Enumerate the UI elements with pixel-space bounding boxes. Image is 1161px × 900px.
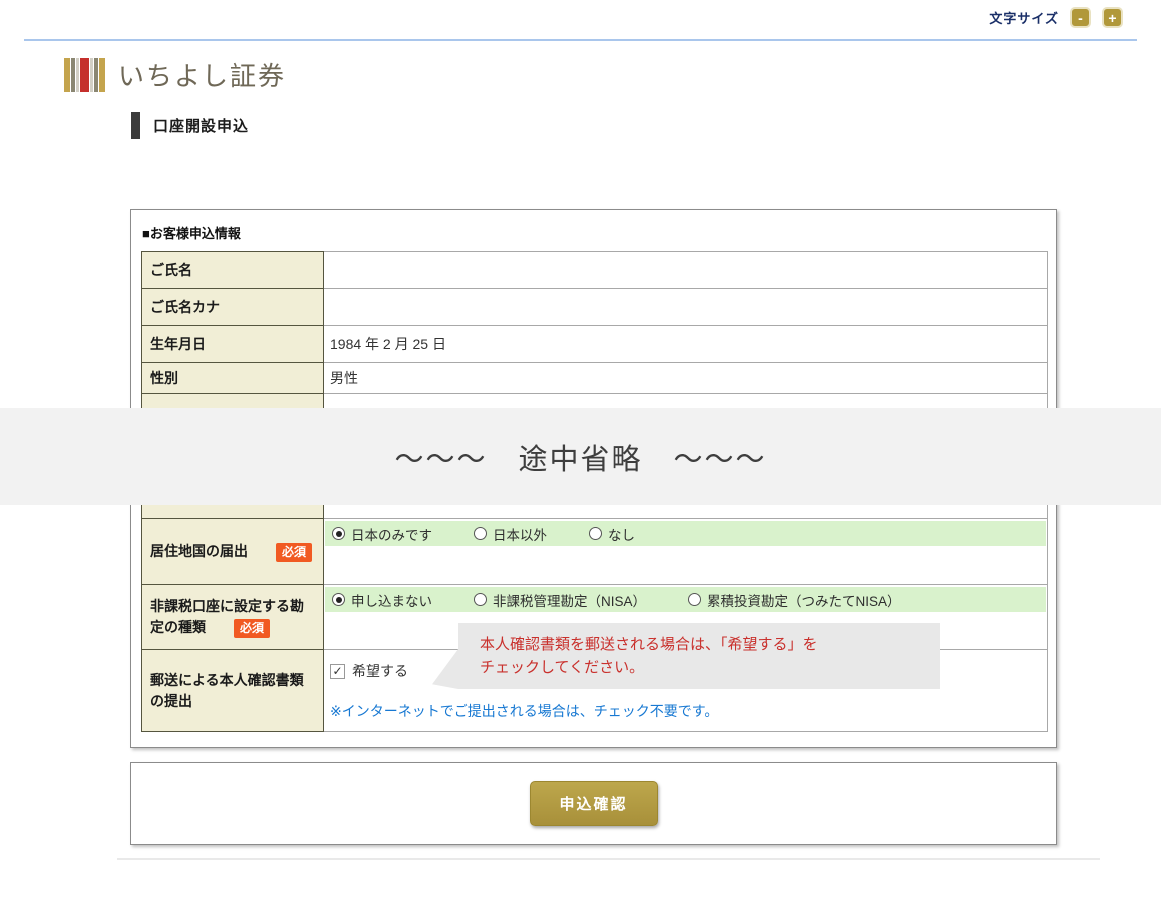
mail-checkbox-tooltip: 本人確認書類を郵送される場合は、「希望する」を チェックしてください。 [458,623,940,689]
radio-option-nisa[interactable]: 非課税管理勘定（NISA） [474,590,646,610]
row-label: ご氏名カナ [150,299,220,315]
footer-divider [117,858,1100,860]
checkbox-checked-icon[interactable]: ✓ [330,664,345,679]
brand-logo: いちよし証券 [64,56,286,93]
brand-name: いちよし証券 [118,56,286,93]
submit-card: 申込確認 [130,762,1057,845]
nisa-options: 申し込まない 非課税管理勘定（NISA） 累積投資勘定（つみたてNISA） [325,587,1046,612]
required-badge: 必須 [234,619,270,638]
radio-icon [589,527,602,540]
row-value [324,289,1048,326]
page-title: 口座開設申込 [131,112,249,139]
page-title-text: 口座開設申込 [153,115,249,136]
radio-icon [332,593,345,606]
font-size-toolbar: 文字サイズ - + [989,7,1123,28]
row-value: 1984 年 2 月 25 日 [324,326,1048,363]
row-label: 居住地国の届出 [150,543,248,559]
row-label: 郵送による本人確認書類の提出 [150,672,304,709]
table-row: 生年月日 1984 年 2 月 25 日 [142,326,1048,363]
radio-option-tsumitate-nisa[interactable]: 累積投資勘定（つみたてNISA） [688,590,901,610]
font-size-increase-button[interactable]: + [1102,7,1123,28]
row-value [324,252,1048,289]
font-size-decrease-button[interactable]: - [1070,7,1091,28]
row-value: 男性 [324,363,1048,394]
font-size-label: 文字サイズ [989,8,1059,27]
header-divider [24,39,1137,41]
omission-banner: ～～～ 途中省略 ～～～ [0,408,1161,505]
radio-icon [474,527,487,540]
table-row: ご氏名 [142,252,1048,289]
checkmark-icon: ✓ [332,664,342,678]
radio-icon [474,593,487,606]
internet-submission-note: ※インターネットでご提出される場合は、チェック不要です。 [330,701,1047,721]
table-row: ご氏名カナ [142,289,1048,326]
radio-option-japan-only[interactable]: 日本のみです [332,524,432,544]
row-label: ご氏名 [150,262,192,278]
section-title: ■お客様申込情報 [142,223,241,242]
checkbox-label: 希望する [352,661,408,681]
table-row-residence: 居住地国の届出 必須 日本のみです 日本以外 なし [142,519,1048,585]
row-label: 非課税口座に設定する勘定の種類 [150,598,304,635]
radio-option-none[interactable]: なし [589,524,635,544]
row-label: 性別 [150,370,178,386]
application-confirm-button[interactable]: 申込確認 [530,781,658,826]
title-marker [131,112,140,139]
tooltip-line2: チェックしてください。 [480,656,940,679]
tooltip-line1: 本人確認書類を郵送される場合は、「希望する」を [480,633,940,656]
radio-option-outside-japan[interactable]: 日本以外 [474,524,547,544]
page: 文字サイズ - + いちよし証券 口座開設申込 ■お客様申込情報 ご氏名 ご氏名… [0,0,1161,900]
radio-icon [688,593,701,606]
brand-stripes-icon [64,58,106,92]
table-row: 性別 男性 [142,363,1048,394]
radio-icon [332,527,345,540]
radio-option-no-apply[interactable]: 申し込まない [332,590,432,610]
residence-options: 日本のみです 日本以外 なし [325,521,1046,546]
row-label: 生年月日 [150,336,206,352]
required-badge: 必須 [276,543,312,562]
